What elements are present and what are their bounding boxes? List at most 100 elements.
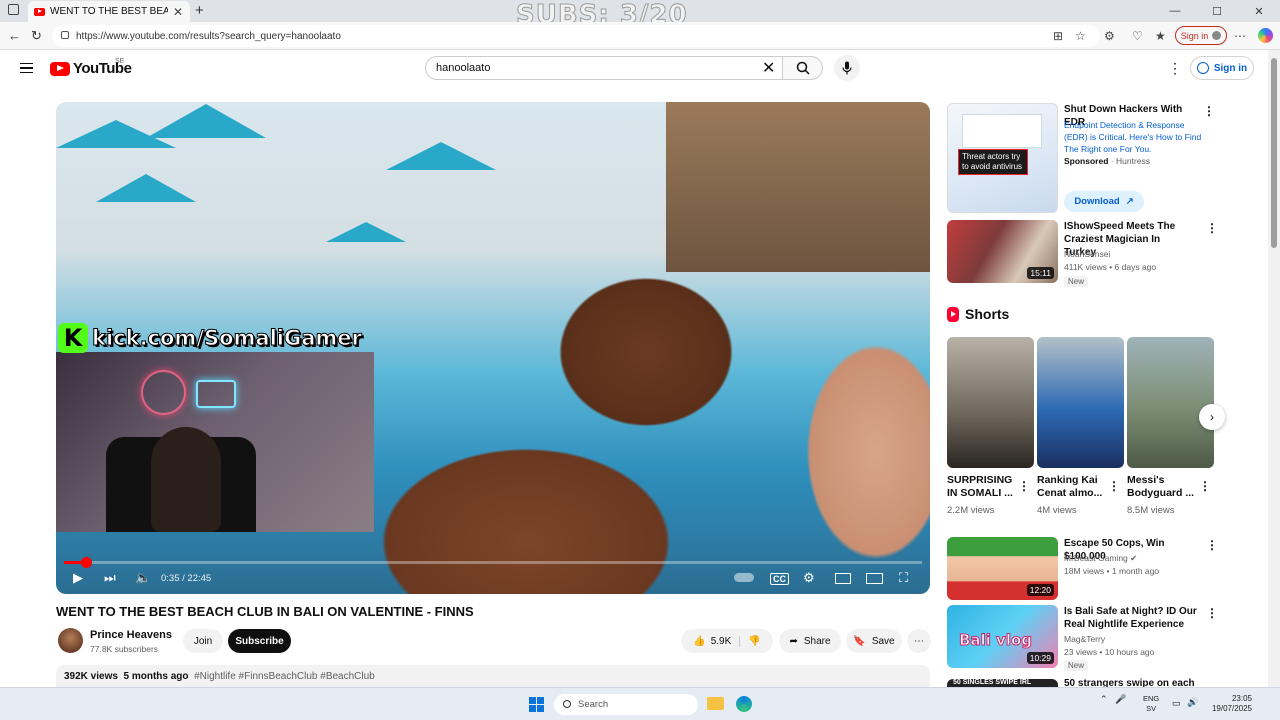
video-player[interactable]: K kick.com/SomaliGamer ▶ ⏭ 🔈 0:35 / 22:4…: [56, 102, 930, 594]
video-thumbnail[interactable]: 12:20: [947, 537, 1058, 600]
fullscreen-icon[interactable]: ⛶: [899, 570, 908, 586]
page-scrollbar[interactable]: [1268, 50, 1280, 687]
settings-more-icon[interactable]: ⋯: [1234, 29, 1246, 43]
short-more-icon[interactable]: ⋮: [1199, 479, 1211, 493]
search-button[interactable]: [783, 56, 823, 80]
more-actions-button[interactable]: ⋯: [907, 629, 931, 653]
short-thumbnail[interactable]: [1037, 337, 1124, 468]
input-language[interactable]: ENG SV: [1143, 694, 1159, 714]
channel-name[interactable]: Mag&Terry: [1064, 633, 1105, 645]
url-text: https://www.youtube.com/results?search_q…: [76, 30, 341, 42]
chevron-up-icon[interactable]: ⌃: [1100, 694, 1108, 704]
video-meta: 411K views • 6 days ago: [1064, 262, 1157, 272]
search-input[interactable]: hanoolaato: [425, 56, 783, 80]
youtube-signin-button[interactable]: Sign in: [1190, 56, 1254, 80]
play-icon[interactable]: ▶: [73, 570, 83, 586]
favorite-star-icon[interactable]: ☆: [1075, 29, 1086, 43]
microphone-icon[interactable]: 🎤: [1115, 694, 1126, 704]
new-badge: New: [1064, 276, 1089, 287]
extensions-icon[interactable]: ⚙: [1104, 29, 1115, 43]
captions-icon[interactable]: CC: [770, 573, 789, 585]
channel-avatar[interactable]: [58, 628, 83, 653]
short-more-icon[interactable]: ⋮: [1018, 479, 1030, 493]
video-progress-bar[interactable]: [64, 557, 922, 568]
app-available-icon[interactable]: ⊞: [1053, 29, 1063, 43]
browser-signin-label: Sign in: [1180, 30, 1209, 41]
video-more-icon[interactable]: ⋮: [1206, 606, 1218, 620]
kick-url: kick.com/SomaliGamer: [92, 326, 363, 351]
video-title: WENT TO THE BEST BEACH CLUB IN BALI ON V…: [56, 604, 474, 619]
back-icon[interactable]: ←: [8, 28, 21, 43]
tab-title: WENT TO THE BEST BEACH CLUB: [50, 6, 168, 17]
tab-close-icon[interactable]: ✕: [173, 5, 183, 19]
video-title[interactable]: Is Bali Safe at Night? ID Our Real Night…: [1064, 605, 1199, 631]
video-thumbnail[interactable]: 50 SINGLES SWIPE IRL: [947, 679, 1058, 687]
subscribe-button[interactable]: Subscribe: [228, 629, 291, 653]
miniplayer-icon[interactable]: [835, 573, 851, 584]
clock-date: 19/07/2025: [1211, 704, 1252, 713]
tab-actions-icon[interactable]: [8, 4, 19, 15]
short-title[interactable]: SURPRISING IN SOMALI ...: [947, 474, 1019, 500]
short-thumbnail[interactable]: [947, 337, 1034, 468]
short-views: 4M views: [1037, 505, 1077, 516]
progress-scrubber[interactable]: [81, 557, 93, 568]
short-thumbnail[interactable]: [1127, 337, 1214, 468]
voice-search-button[interactable]: [834, 55, 860, 81]
settings-icon[interactable]: ⚙: [803, 570, 815, 586]
refresh-icon[interactable]: ↻: [31, 28, 42, 44]
browser-signin-button[interactable]: Sign in: [1175, 26, 1227, 45]
share-icon: ➦: [789, 635, 798, 647]
speaker-icon[interactable]: 🔊: [1187, 697, 1198, 708]
windows-start-icon[interactable]: [529, 697, 544, 712]
url-field[interactable]: https://www.youtube.com/results?search_q…: [52, 25, 1100, 47]
channel-name[interactable]: Prince Heavens: [90, 629, 172, 641]
profile-icon: [1212, 31, 1222, 40]
maximize-button[interactable]: ☐: [1196, 0, 1238, 22]
video-more-icon[interactable]: ⋮: [1206, 221, 1218, 235]
favorites-icon[interactable]: ★: [1155, 29, 1166, 43]
hashtags[interactable]: #Nightlife #FinnsBeachClub #BeachClub: [194, 671, 375, 682]
more-options-icon[interactable]: ⋮: [1168, 60, 1182, 77]
edge-browser-icon[interactable]: [736, 696, 752, 712]
video-duration: 12:20: [1026, 584, 1054, 596]
ad-thumbnail[interactable]: Threat actors try to avoid antivirus: [947, 103, 1058, 213]
save-button[interactable]: 🔖 Save: [846, 629, 902, 653]
share-button[interactable]: ➦ Share: [779, 629, 841, 653]
video-more-icon[interactable]: ⋮: [1206, 538, 1218, 552]
browser-tab[interactable]: WENT TO THE BEST BEACH CLUB ✕: [28, 1, 190, 22]
umbrella-shape: [146, 104, 266, 138]
theater-mode-icon[interactable]: [866, 573, 883, 584]
channel-name[interactable]: NoahSensei: [1064, 248, 1110, 260]
system-clock[interactable]: 23:05 19/07/2025: [1206, 694, 1252, 714]
minimize-button[interactable]: —: [1154, 0, 1196, 22]
download-button[interactable]: Download ↗: [1064, 191, 1144, 212]
hamburger-menu-icon[interactable]: [20, 63, 33, 73]
join-button[interactable]: Join: [183, 629, 223, 653]
video-title[interactable]: 50 strangers swipe on each: [1064, 677, 1204, 687]
clock-time: 23:05: [1231, 694, 1252, 703]
channel-name[interactable]: MrBeast Gaming ✔: [1064, 552, 1137, 564]
volume-icon[interactable]: 🔈: [135, 570, 151, 586]
new-tab-button[interactable]: +: [195, 2, 204, 19]
file-explorer-icon[interactable]: [707, 697, 724, 710]
browser-essentials-icon[interactable]: ♡: [1132, 29, 1143, 43]
video-thumbnail[interactable]: Bali vlog 10:29: [947, 605, 1058, 668]
close-window-button[interactable]: ✕: [1238, 0, 1280, 22]
ad-more-icon[interactable]: ⋮: [1203, 104, 1215, 118]
short-title[interactable]: Messi's Bodyguard ...: [1127, 474, 1199, 500]
scrollbar-thumb[interactable]: [1271, 58, 1277, 248]
shorts-header: Shorts: [947, 306, 1009, 322]
autoplay-toggle[interactable]: [734, 573, 754, 582]
taskbar-search[interactable]: Search: [554, 694, 698, 715]
next-icon[interactable]: ⏭: [104, 570, 116, 586]
network-icon[interactable]: ▭: [1172, 698, 1181, 709]
like-button[interactable]: 👍 5.9K: [693, 635, 741, 647]
copilot-icon[interactable]: [1258, 28, 1273, 43]
youtube-header: YouTube SE hanoolaato ✕ ⋮ Sign in: [0, 50, 1268, 90]
short-title[interactable]: Ranking Kai Cenat almo...: [1037, 474, 1109, 500]
clear-search-icon[interactable]: ✕: [762, 58, 775, 78]
dislike-button[interactable]: 👎: [740, 636, 760, 647]
video-thumbnail[interactable]: 15:11: [947, 220, 1058, 283]
shorts-next-button[interactable]: ›: [1199, 404, 1225, 430]
short-more-icon[interactable]: ⋮: [1108, 479, 1120, 493]
